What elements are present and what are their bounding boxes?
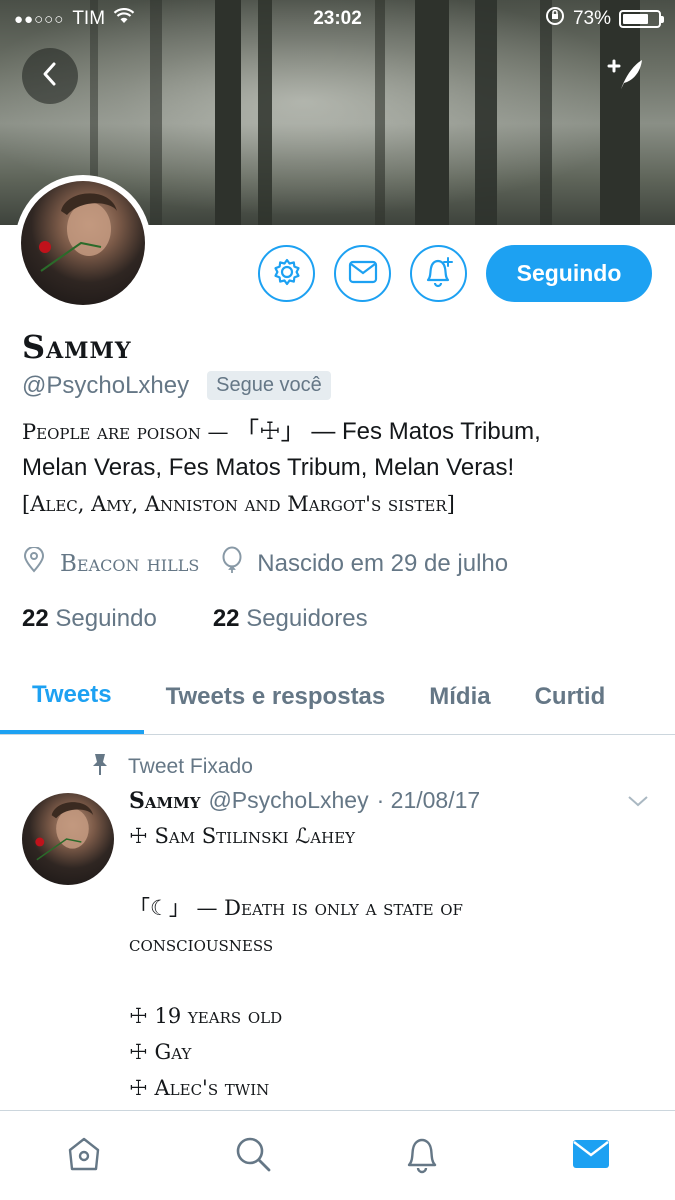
tweet-date: · 21/08/17 [376,787,481,813]
tab-likes[interactable]: Curtid [513,660,628,734]
following-stat[interactable]: 22 Seguindo [22,605,157,633]
nav-home[interactable] [49,1121,119,1191]
balloon-icon [221,546,243,581]
pinned-indicator: Tweet Fixado [90,752,253,782]
profile-actions: Seguindo [258,245,652,302]
wifi-icon [113,8,135,30]
pinned-tweet[interactable]: Sammy @PsychoLxhey · 21/08/17 ☩ Sam Stil… [129,787,650,1106]
carrier-label: TIM [72,8,106,29]
envelope-icon [348,260,378,288]
tab-tweets-and-replies[interactable]: Tweets e respostas [144,660,408,734]
birthday: Nascido em 29 de julho [221,546,508,581]
profile-avatar[interactable] [15,175,151,311]
following-label: Seguindo [55,605,157,632]
bio-line-2: Melan Veras, Fes Matos Tribum, Melan Ver… [22,454,515,481]
bell-icon [402,1134,442,1178]
rotation-lock-icon [545,6,565,32]
following-button[interactable]: Seguindo [486,245,652,302]
nav-messages[interactable] [556,1121,626,1191]
notifications-button[interactable] [410,245,467,302]
chevron-left-icon [39,61,61,91]
battery-percent: 73% [572,8,611,29]
display-name: Sammy [22,328,132,366]
envelope-icon [571,1136,611,1176]
gear-icon [272,257,302,291]
bio-line-3: [Alec, Amy, Anniston and Margot's sister… [22,492,455,516]
pinned-label: Tweet Fixado [128,755,253,778]
back-button[interactable] [22,48,78,104]
followers-count: 22 [212,605,240,632]
location-text: Beacon hills [60,550,200,577]
nav-notifications[interactable] [387,1121,457,1191]
birthday-text: Nascido em 29 de julho [257,549,509,577]
tab-media[interactable]: Mídia [407,660,512,734]
profile-tabs: Tweets Tweets e respostas Mídia Curtid [0,660,675,735]
chevron-down-icon[interactable] [626,793,650,813]
bell-plus-icon [422,256,456,292]
tweet-author-name: Sammy [129,787,201,814]
profile-bio: People are poison — 「☩」 — Fes Matos Trib… [22,414,655,522]
follows-you-badge: Segue você [207,371,331,400]
bio-line-1a: People are poison — [22,420,236,444]
compose-feather-icon [605,56,645,96]
home-icon [64,1134,104,1178]
following-count: 22 [22,605,49,632]
compose-tweet-button[interactable] [597,48,653,104]
followers-label: Seguidores [246,605,368,632]
tweet-avatar[interactable] [22,793,114,885]
status-bar: ●●○○○ TIM 23:02 73% [0,0,675,38]
tweet-author-handle: @PsychoLxhey [208,787,369,813]
battery-icon [619,10,664,28]
search-icon [233,1134,273,1178]
tweet-text: ☩ Sam Stilinski ℒahey 「☾」 — Death is onl… [129,824,463,1100]
settings-button[interactable] [258,245,315,302]
tab-tweets[interactable]: Tweets [0,660,144,734]
location: Beacon hills [22,546,200,580]
pin-icon [90,752,110,782]
location-pin-icon [22,546,46,580]
profile-info: Sammy @PsychoLxhey Segue você People are… [22,325,655,633]
bio-line-1b: 「☩」 — Fes Matos Tribum, [235,418,541,445]
bottom-nav [0,1110,675,1200]
signal-icon: ●●○○○ [14,10,65,28]
followers-stat[interactable]: 22 Seguidores [213,605,368,633]
nav-search[interactable] [218,1121,288,1191]
message-button[interactable] [334,245,391,302]
profile-handle: @PsychoLxhey [22,371,190,399]
